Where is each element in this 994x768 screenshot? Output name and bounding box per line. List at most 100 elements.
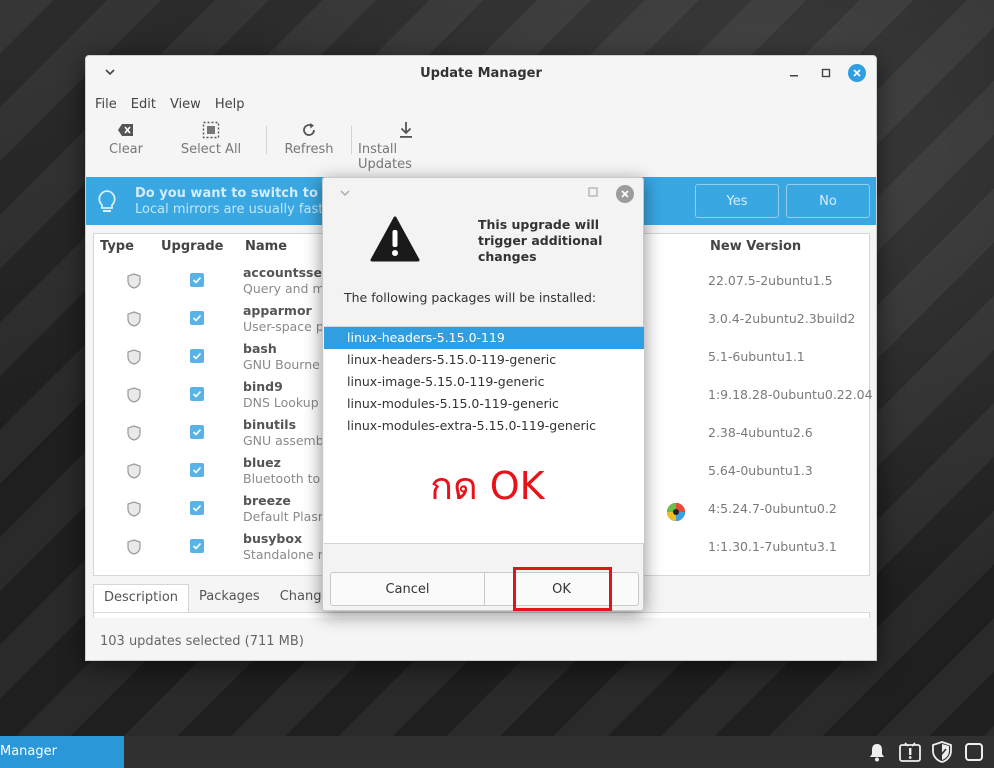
install-updates-button[interactable]: Install Updates — [358, 118, 454, 172]
package-name: apparmor — [243, 303, 312, 318]
package-description: GNU assembl — [243, 433, 328, 448]
upgrade-checkbox[interactable] — [190, 463, 204, 477]
taskbar: Manager — [0, 736, 994, 768]
package-name: bluez — [243, 455, 281, 470]
select-all-icon — [202, 120, 220, 140]
package-new-version: 5.64-0ubuntu1.3 — [708, 463, 813, 478]
menu-file[interactable]: File — [95, 97, 124, 112]
security-shield-icon — [127, 349, 141, 369]
upgrade-checkbox[interactable] — [190, 425, 204, 439]
refresh-label: Refresh — [284, 142, 334, 157]
upgrade-checkbox[interactable] — [190, 273, 204, 287]
package-description: User-space pa — [243, 319, 332, 334]
taskbar-item-update-manager[interactable]: Manager — [0, 736, 124, 768]
security-shield-icon — [127, 463, 141, 483]
upgrade-checkbox[interactable] — [190, 501, 204, 515]
select-all-label: Select All — [180, 142, 242, 157]
additional-changes-dialog: This upgrade will trigger additional cha… — [322, 177, 644, 611]
tab-description[interactable]: Description — [93, 584, 190, 612]
package-description: Bluetooth to — [243, 471, 321, 486]
close-icon[interactable] — [848, 64, 866, 82]
globe-icon — [666, 502, 686, 526]
backspace-icon — [117, 120, 135, 140]
column-name[interactable]: Name — [245, 239, 287, 254]
minimize-icon[interactable] — [786, 65, 802, 81]
security-shield-icon — [127, 311, 141, 331]
titlebar: Update Manager — [86, 56, 876, 90]
details-tabs: Description Packages Changel — [93, 584, 343, 614]
list-item[interactable]: linux-modules-extra-5.15.0-119-generic — [324, 415, 644, 437]
package-new-version: 1:9.18.28-0ubuntu0.22.04 — [708, 387, 873, 402]
column-type[interactable]: Type — [100, 239, 134, 254]
install-updates-label: Install Updates — [358, 142, 412, 172]
tab-packages[interactable]: Packages — [189, 584, 270, 612]
maximize-icon[interactable] — [818, 65, 834, 81]
menubar: File Edit View Help — [86, 90, 876, 118]
details-panel — [93, 612, 870, 618]
infobar-message-detail: Local mirrors are usually faster — [135, 202, 337, 217]
package-name: bash — [243, 341, 277, 356]
upgrade-checkbox[interactable] — [190, 311, 204, 325]
dialog-subtitle: The following packages will be installed… — [344, 290, 597, 305]
workspace-icon[interactable] — [963, 741, 985, 763]
package-description: Query and ma — [243, 281, 333, 296]
menu-view[interactable]: View — [170, 97, 208, 112]
column-upgrade[interactable]: Upgrade — [161, 239, 223, 254]
menu-help[interactable]: Help — [215, 97, 252, 112]
clear-button[interactable]: Clear — [100, 118, 152, 157]
yes-button[interactable]: Yes — [695, 184, 779, 218]
package-description: Standalone re — [243, 547, 331, 562]
package-description: GNU Bourne — [243, 357, 320, 372]
window-menu-chevron-icon[interactable] — [102, 64, 118, 80]
clear-label: Clear — [109, 142, 143, 157]
warning-icon — [370, 216, 420, 266]
bell-icon[interactable] — [866, 741, 888, 763]
package-new-version: 5.1-6ubuntu1.1 — [708, 349, 805, 364]
list-item[interactable]: linux-modules-5.15.0-119-generic — [324, 393, 644, 415]
ok-highlight-frame — [513, 567, 612, 611]
annotation-text: กด OK — [430, 464, 545, 508]
column-new-version[interactable]: New Version — [710, 239, 801, 254]
security-shield-icon — [127, 425, 141, 445]
security-shield-icon — [127, 501, 141, 521]
lightbulb-icon — [96, 189, 118, 219]
package-new-version: 3.0.4-2ubuntu2.3build2 — [708, 311, 856, 326]
toolbar-separator — [351, 126, 352, 154]
cancel-button[interactable]: Cancel — [331, 573, 484, 605]
shield-check-icon[interactable] — [931, 741, 953, 763]
update-notice-icon[interactable] — [899, 741, 921, 763]
package-new-version: 22.07.5-2ubuntu1.5 — [708, 273, 833, 288]
dialog-maximize-icon[interactable] — [587, 186, 599, 202]
package-name: busybox — [243, 531, 303, 546]
package-description: Default Plasm — [243, 509, 331, 524]
package-name: binutils — [243, 417, 297, 432]
package-name: bind9 — [243, 379, 283, 394]
package-description: DNS Lookup — [243, 395, 319, 410]
refresh-icon — [300, 120, 318, 140]
list-item[interactable]: linux-headers-5.15.0-119 — [324, 327, 644, 349]
window-title: Update Manager — [420, 65, 542, 81]
upgrade-checkbox[interactable] — [190, 387, 204, 401]
security-shield-icon — [127, 539, 141, 559]
security-shield-icon — [127, 273, 141, 293]
package-new-version: 1:1.30.1-7ubuntu3.1 — [708, 539, 837, 554]
refresh-button[interactable]: Refresh — [273, 118, 345, 157]
list-item[interactable]: linux-headers-5.15.0-119-generic — [324, 349, 644, 371]
list-item[interactable]: linux-image-5.15.0-119-generic — [324, 371, 644, 393]
extra-packages-list: linux-headers-5.15.0-119 linux-headers-5… — [324, 326, 644, 544]
upgrade-checkbox[interactable] — [190, 349, 204, 363]
dialog-menu-chevron-icon[interactable] — [339, 187, 351, 203]
download-icon — [398, 120, 414, 140]
upgrade-checkbox[interactable] — [190, 539, 204, 553]
select-all-button[interactable]: Select All — [162, 118, 260, 157]
package-name: breeze — [243, 493, 291, 508]
toolbar-separator — [266, 126, 267, 154]
security-shield-icon — [127, 387, 141, 407]
package-new-version: 4:5.24.7-0ubuntu0.2 — [708, 501, 837, 516]
menu-edit[interactable]: Edit — [131, 97, 163, 112]
package-new-version: 2.38-4ubuntu2.6 — [708, 425, 813, 440]
toolbar: Clear Select All Refresh Install Updates — [86, 118, 876, 172]
dialog-close-icon[interactable] — [616, 185, 634, 203]
status-text: 103 updates selected (711 MB) — [100, 634, 304, 649]
no-button[interactable]: No — [786, 184, 870, 218]
